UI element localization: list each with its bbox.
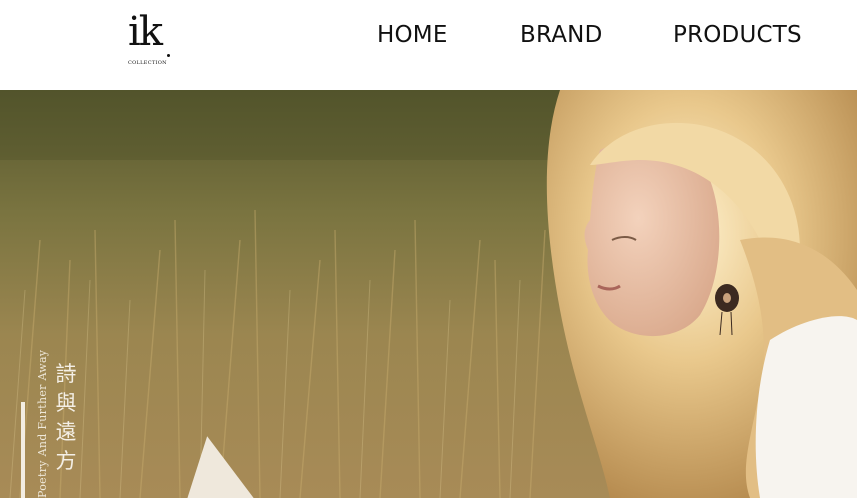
logo-dot [167, 54, 170, 57]
brand-logo[interactable]: ik COLLECTION [128, 8, 176, 72]
hero-title-char: 與 [55, 391, 77, 415]
hero-banner: Poetry And Further Away 詩 與 遠 方 [0, 90, 857, 498]
logo-subtitle: COLLECTION [128, 60, 167, 66]
hero-title-char: 方 [55, 449, 77, 473]
hero-title: 詩 與 遠 方 [54, 360, 78, 476]
hero-title-char: 遠 [55, 420, 77, 444]
hero-subtitle: Poetry And Further Away [36, 349, 49, 498]
nav-home[interactable]: HOME [377, 20, 448, 50]
open-book [185, 434, 277, 498]
hero-title-char: 詩 [55, 362, 77, 386]
title-accent-bar [21, 402, 25, 498]
nav-products[interactable]: PRODUCTS [673, 20, 802, 50]
site-header: ik COLLECTION HOME BRAND PRODUCTS [0, 0, 857, 90]
logo-mark: ik [128, 9, 163, 55]
hero-photo [0, 90, 857, 498]
nav-brand[interactable]: BRAND [520, 20, 602, 50]
